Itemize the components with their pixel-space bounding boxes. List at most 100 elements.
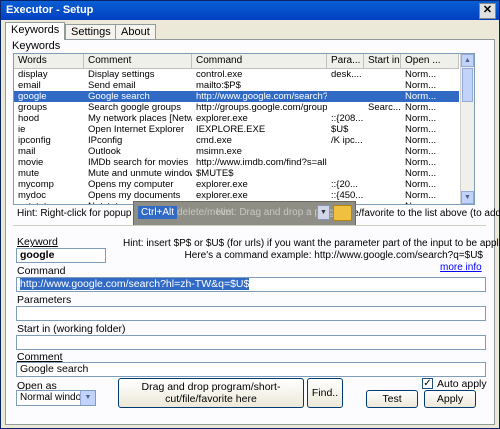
list-cell: netstat	[14, 201, 84, 204]
column-header-command[interactable]: Command	[192, 54, 327, 68]
list-cell: Display settings	[88, 69, 155, 80]
list-cell: $MUTE$	[196, 168, 234, 179]
list-cell: IMDb search for movies	[88, 157, 189, 168]
test-button[interactable]: Test	[366, 390, 418, 408]
list-header: Words Comment Command Para... Start in O…	[14, 54, 459, 69]
list-item[interactable]: mydoc Opens my documents explorer.exe::{45…	[14, 190, 459, 201]
column-header-open-as[interactable]: Open ...	[401, 54, 459, 68]
list-cell: Send email	[88, 80, 136, 91]
tab-keywords[interactable]: Keywords	[5, 22, 66, 40]
hint-text-right: file/favorite to the list above (to add)…	[346, 208, 500, 219]
list-cell: Google search	[88, 91, 150, 102]
list-cell: Norm...	[405, 102, 437, 113]
folder-icon	[333, 205, 352, 221]
list-cell: ipconfig	[18, 135, 51, 146]
list-item[interactable]: ie Open Internet Explorer IEXPLORE.EXE $U$ N…	[14, 124, 459, 135]
list-cell: ie	[18, 124, 26, 135]
list-cell: mycomp	[18, 179, 54, 190]
command-label: Command	[17, 265, 66, 277]
drag-overlay-selection: Ctrl+Alt	[138, 206, 178, 219]
drag-overlay-text-2: Hint: Drag and drop a program	[216, 207, 352, 218]
parameters-input[interactable]	[16, 306, 486, 321]
list-cell: Search google groups	[88, 102, 181, 113]
list-cell: IEXPLORE.EXE	[196, 124, 266, 135]
parameters-label: Parameters	[17, 294, 72, 306]
more-info-link[interactable]: more info	[440, 262, 482, 273]
list-cell: Norm...	[405, 157, 437, 168]
list-item[interactable]: groups Search google groups http://groups.…	[14, 102, 459, 113]
list-cell: movie	[18, 157, 44, 168]
list-cell: ::{20...	[331, 179, 358, 190]
list-item[interactable]: display Display settings control.exe desk..…	[14, 69, 459, 80]
open-as-select[interactable]: Normal window ▼	[16, 390, 96, 406]
list-cell: Norm...	[405, 179, 437, 190]
list-cell: /K ipc...	[331, 135, 363, 146]
list-cell: groups	[18, 102, 48, 113]
hint-parameter: Hint: insert $P$ or $U$ (for urls) if yo…	[123, 238, 500, 249]
drag-overlay-dropdown-icon: ▼	[317, 205, 330, 220]
list-cell: Searc...	[368, 102, 401, 113]
list-vertical-scrollbar[interactable]: ▲ ▼	[460, 54, 474, 204]
list-cell: display	[18, 69, 48, 80]
list-cell: Opens my computer	[88, 179, 174, 190]
auto-apply-label: Auto apply	[437, 378, 487, 390]
keyword-input[interactable]: google	[16, 248, 106, 263]
list-cell: ::{450...	[331, 190, 364, 201]
list-cell: mydoc	[18, 190, 46, 201]
column-header-start-in[interactable]: Start in	[364, 54, 401, 68]
command-input[interactable]: http://www.google.com/search?hl=zh-TW&q=…	[16, 277, 486, 292]
list-item[interactable]: mail Outlook msimn.exe Norm...	[14, 146, 459, 157]
list-cell: Norm...	[401, 201, 459, 204]
scroll-thumb[interactable]	[462, 68, 473, 102]
list-cell: Norm...	[405, 168, 437, 179]
list-cell: msimn.exe	[196, 146, 242, 157]
window-title: Executor - Setup	[6, 4, 94, 16]
list-cell: http://www.google.com/search?hl...	[196, 91, 327, 102]
hint-command-example: Here's a command example: http://www.goo…	[184, 250, 483, 261]
list-cell: control.exe	[196, 69, 243, 80]
drag-drop-target[interactable]: Drag and drop program/short-cut/file/fav…	[118, 378, 304, 408]
column-header-parameters[interactable]: Para...	[327, 54, 364, 68]
list-cell: Opens my documents	[88, 190, 181, 201]
chevron-down-icon[interactable]: ▼	[80, 391, 95, 405]
auto-apply-checkbox[interactable]: ✓	[422, 378, 433, 389]
list-cell: desk....	[331, 69, 362, 80]
list-cell: http://groups.google.com/groups?...	[196, 102, 327, 113]
list-cell: Mute and unmute windows...	[88, 168, 192, 179]
list-cell: Norm...	[405, 146, 437, 157]
list-cell: Norm...	[405, 113, 437, 124]
list-item[interactable]: mycomp Opens my computer explorer.exe::{20…	[14, 179, 459, 190]
list-item[interactable]: mute Mute and unmute windows... $MUTE$ Norm…	[14, 168, 459, 179]
list-cell: email	[18, 80, 41, 91]
list-item[interactable]: ipconfig IPconfig cmd.exe/K ipc... Norm...	[14, 135, 459, 146]
scroll-up-arrow-icon[interactable]: ▲	[461, 54, 474, 67]
start-in-input[interactable]	[16, 335, 486, 350]
list-cell: hood	[18, 113, 40, 124]
keywords-group-label: Keywords	[12, 40, 61, 52]
list-cell: $U$	[331, 124, 349, 135]
find-button[interactable]: Find..	[307, 378, 343, 408]
list-cell: Norm...	[405, 190, 437, 201]
drag-overlay-ghost: Ctrl+Alt delete/move. Hint: Drag and dro…	[133, 201, 356, 226]
scroll-down-arrow-icon[interactable]: ▼	[461, 191, 474, 204]
keyword-label: Keyword	[17, 236, 58, 248]
list-cell: Norm...	[405, 69, 437, 80]
close-button[interactable]: ✕	[479, 3, 496, 19]
list-cell: My network places [Networ...	[88, 113, 192, 124]
list-item[interactable]: email Send email mailto:$P$ Norm...	[14, 80, 459, 91]
tab-about[interactable]: About	[115, 24, 156, 39]
comment-input[interactable]: Google search	[16, 362, 486, 377]
list-cell: Norm...	[405, 135, 437, 146]
list-cell: ::{208...	[331, 113, 364, 124]
column-header-comment[interactable]: Comment	[84, 54, 192, 68]
list-cell: explorer.exe	[196, 113, 248, 124]
list-item[interactable]: hood My network places [Networ... explorer…	[14, 113, 459, 124]
list-item[interactable]: google Google search http://www.google.com…	[14, 91, 459, 102]
tab-settings[interactable]: Settings	[65, 24, 117, 39]
list-cell: Outlook	[88, 146, 121, 157]
column-header-words[interactable]: Words	[14, 54, 84, 68]
keywords-list[interactable]: Words Comment Command Para... Start in O…	[13, 53, 475, 205]
list-cell: explorer.exe	[196, 190, 248, 201]
list-item[interactable]: movie IMDb search for movies http://www.im…	[14, 157, 459, 168]
apply-button[interactable]: Apply	[424, 390, 476, 408]
